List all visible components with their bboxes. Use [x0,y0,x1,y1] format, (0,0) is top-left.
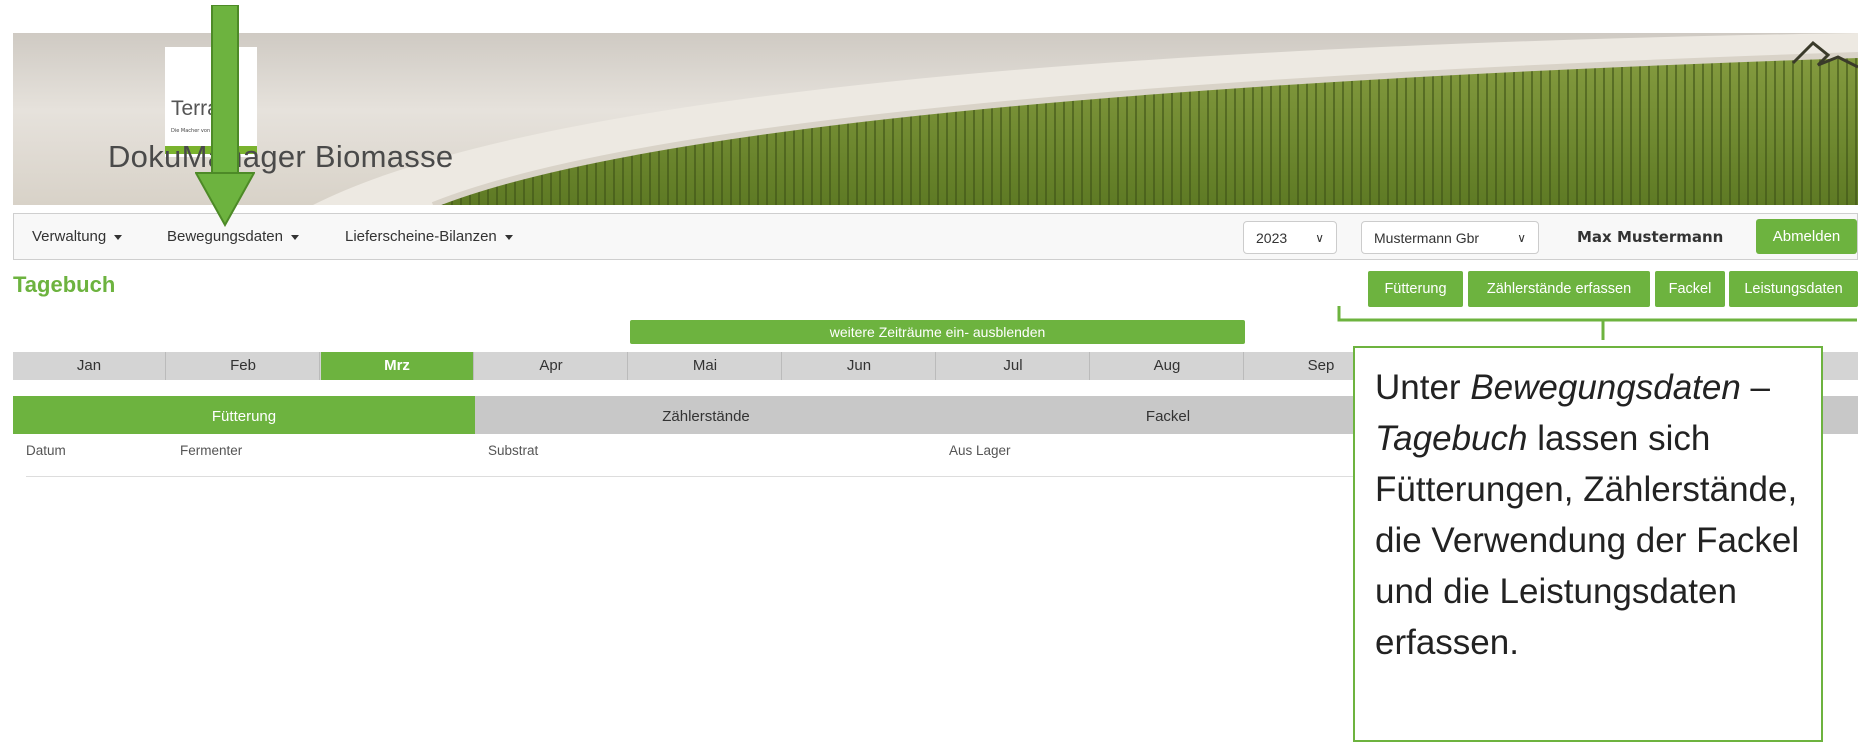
callout-text-dash: – [1740,368,1771,407]
callout-box: Unter Bewegungsdaten – Tagebuch lassen s… [1353,346,1823,742]
page-title: Tagebuch [13,272,116,297]
zaehlerstaende-erfassen-button[interactable]: Zählerstände erfassen [1468,271,1650,307]
month-jul[interactable]: Jul [937,352,1090,380]
tab-fackel[interactable]: Fackel [937,396,1399,434]
table-divider [26,476,1381,477]
callout-text-prefix: Unter [1375,368,1471,407]
year-select-value: 2023 [1256,230,1288,246]
company-select-value: Mustermann Gbr [1374,230,1480,246]
user-name: Max Mustermann [1577,228,1724,246]
month-jan[interactable]: Jan [13,352,166,380]
nav-verwaltung-label: Verwaltung [32,228,107,245]
month-jun[interactable]: Jun [783,352,936,380]
biogas-dome-image [313,33,1858,205]
app-title: DokuManager Biomasse [108,139,454,174]
toggle-periods-button[interactable]: weitere Zeiträume ein- ausblenden [630,320,1245,344]
chevron-down-icon: ∨ [1517,231,1526,245]
main-navbar: Verwaltung Bewegungsdaten Lieferscheine-… [13,213,1858,260]
tab-fuetterung[interactable]: Fütterung [13,396,475,434]
month-aug[interactable]: Aug [1091,352,1244,380]
column-header-substrat: Substrat [488,443,539,458]
company-select[interactable]: Mustermann Gbr ∨ [1361,221,1539,254]
nav-verwaltung[interactable]: Verwaltung [32,228,123,245]
bracket-connector [1337,306,1857,340]
month-feb[interactable]: Feb [167,352,320,380]
fuetterung-button[interactable]: Fütterung [1368,271,1463,307]
nav-lieferscheine-bilanzen[interactable]: Lieferscheine-Bilanzen [345,228,513,245]
fackel-button[interactable]: Fackel [1655,271,1725,307]
nav-lieferscheine-label: Lieferscheine-Bilanzen [345,228,497,245]
leistungsdaten-button[interactable]: Leistungsdaten [1729,271,1858,307]
caret-down-icon [504,234,513,240]
callout-emphasis-bewegungsdaten: Bewegungsdaten [1470,368,1741,407]
column-header-fermenter: Fermenter [180,443,243,458]
column-header-aus-lager: Aus Lager [949,443,1011,458]
year-select[interactable]: 2023 ∨ [1243,221,1337,254]
month-apr[interactable]: Apr [475,352,628,380]
caret-down-icon [114,234,123,240]
down-arrow-icon [195,5,255,227]
nav-bewegungsdaten-label: Bewegungsdaten [167,228,283,245]
column-header-datum: Datum [26,443,66,458]
month-mai[interactable]: Mai [629,352,782,380]
tab-zaehlerstaende[interactable]: Zählerstände [475,396,937,434]
callout-emphasis-tagebuch: Tagebuch [1375,419,1528,458]
month-mrz[interactable]: Mrz [321,352,474,380]
header-banner: TerraV Die Macher von DokuManager Biomas… [13,33,1858,205]
logout-button[interactable]: Abmelden [1756,219,1857,254]
caret-down-icon [290,234,299,240]
nav-bewegungsdaten[interactable]: Bewegungsdaten [167,228,299,245]
chevron-down-icon: ∨ [1315,231,1324,245]
